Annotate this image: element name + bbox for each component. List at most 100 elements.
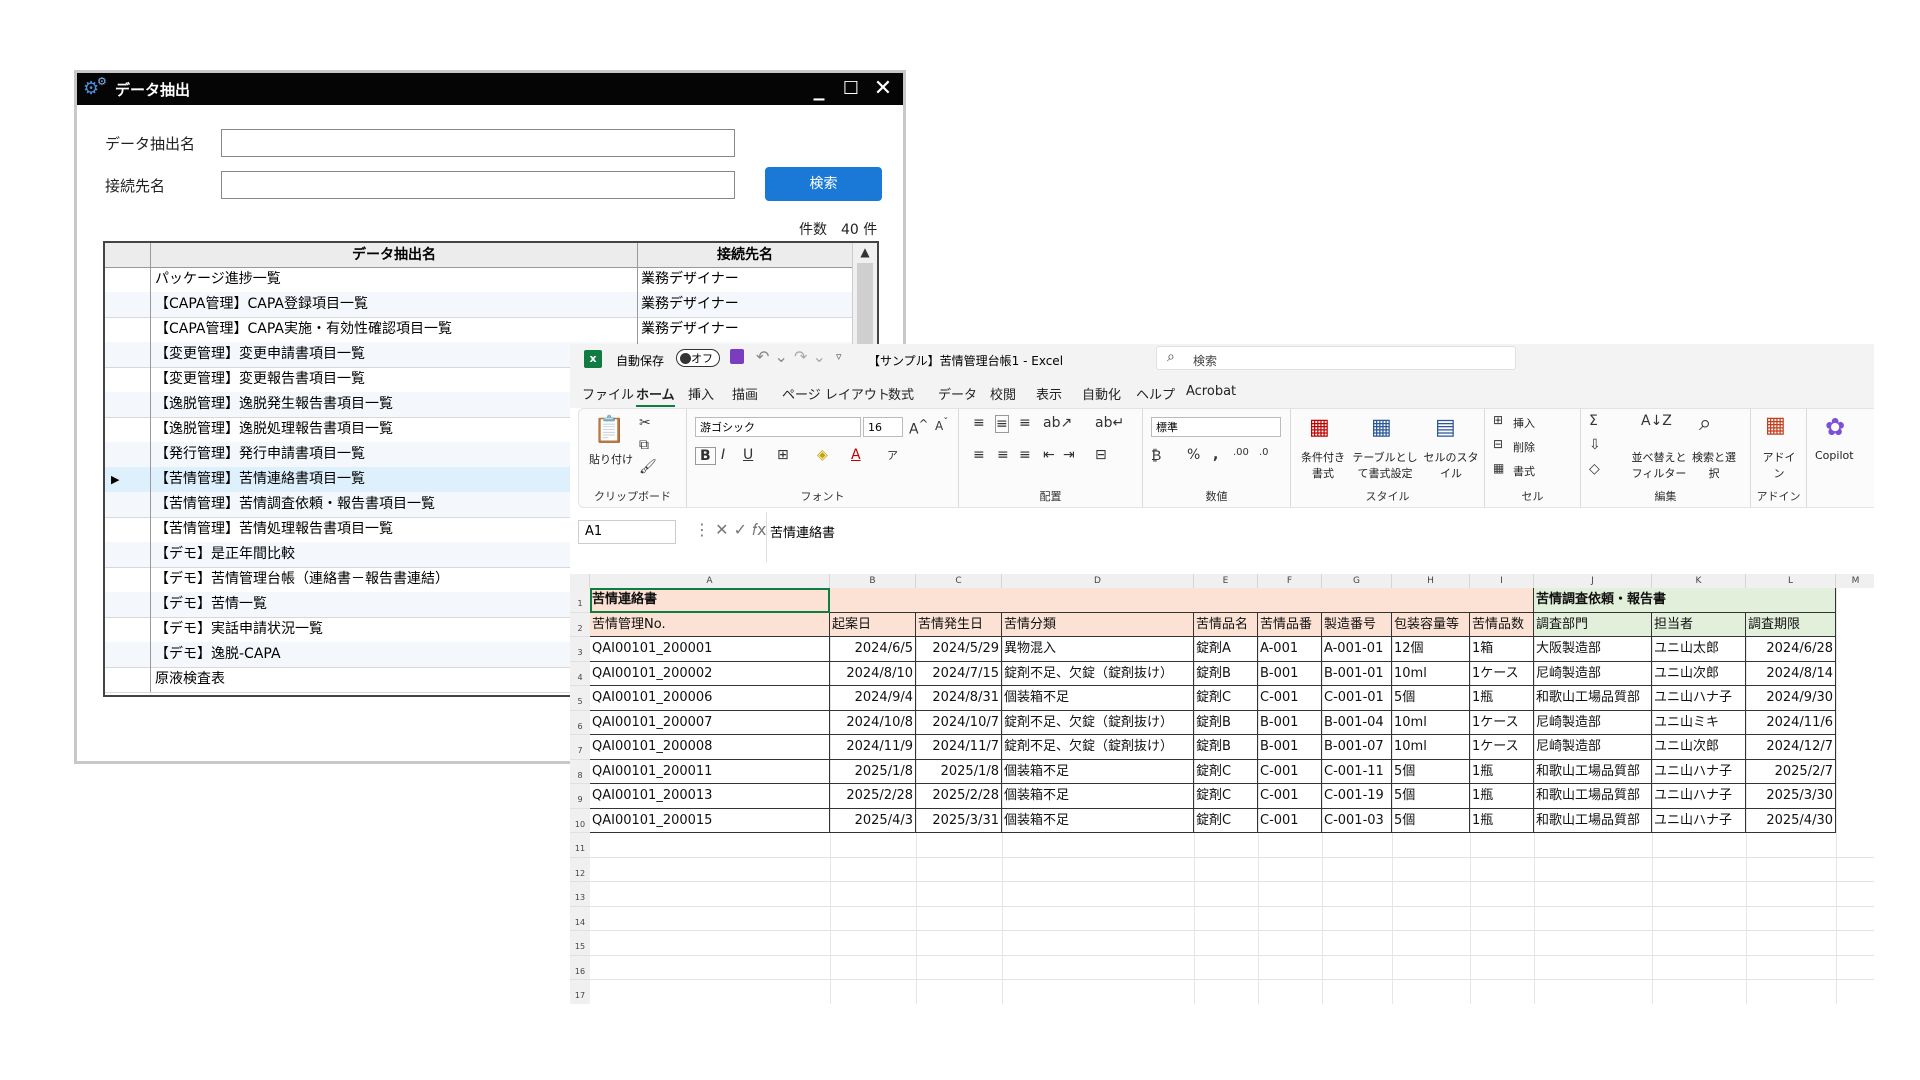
underline-icon[interactable]: U [743, 447, 753, 463]
save-icon[interactable] [730, 349, 744, 364]
phonetic-icon[interactable]: ア [887, 447, 898, 463]
data-cell[interactable]: 個装箱不足 [1002, 759, 1194, 784]
paste-label[interactable]: 貼り付け [589, 451, 633, 467]
data-cell[interactable]: C-001-11 [1322, 759, 1392, 784]
border-icon[interactable]: ⊞ [777, 447, 789, 463]
data-cell[interactable]: 2024/8/10 [830, 661, 916, 686]
cell-B1-I1[interactable] [830, 588, 1534, 613]
data-cell[interactable]: 10ml [1392, 661, 1470, 686]
tab-8[interactable]: 表示 [1036, 384, 1062, 403]
find-select-label[interactable]: 検索と選択 [1691, 449, 1737, 481]
data-cell[interactable]: QAI00101_200001 [590, 637, 830, 662]
row-selector[interactable] [105, 667, 151, 692]
column-header[interactable]: F [1258, 574, 1322, 588]
copilot-icon[interactable]: ✿ [1825, 413, 1845, 441]
data-cell[interactable]: QAI00101_200011 [590, 759, 830, 784]
data-cell[interactable]: 1ケース [1470, 735, 1534, 760]
maximize-button[interactable]: ☐ [837, 75, 865, 103]
row-header[interactable]: 5 [570, 686, 590, 711]
data-cell[interactable]: ユニ山ハナ子 [1652, 686, 1746, 711]
grid-row[interactable]: 【CAPA管理】CAPA登録項目一覧 業務デザイナー [105, 292, 853, 318]
cell-A1[interactable]: 苦情連絡書 [590, 588, 830, 613]
row-header[interactable]: 10 [570, 808, 590, 833]
row-header[interactable]: 4 [570, 661, 590, 686]
data-cell[interactable]: 1瓶 [1470, 808, 1534, 833]
data-cell[interactable]: 錠剤C [1194, 784, 1258, 809]
column-header[interactable]: C [916, 574, 1002, 588]
name-box[interactable]: A1 [578, 520, 676, 544]
data-cell[interactable]: C-001 [1258, 808, 1322, 833]
data-cell[interactable]: ユニ山太郎 [1652, 637, 1746, 662]
tab-7[interactable]: 校閲 [990, 384, 1016, 403]
align-left-icon[interactable]: ≡ [973, 447, 985, 463]
conditional-format-icon[interactable]: ▦ [1309, 415, 1330, 440]
data-cell[interactable]: B-001 [1258, 710, 1322, 735]
data-cell[interactable]: 2024/6/28 [1746, 637, 1836, 662]
row-selector[interactable] [105, 317, 151, 342]
data-cell[interactable]: 1ケース [1470, 710, 1534, 735]
row-selector[interactable] [105, 492, 151, 517]
copilot-label[interactable]: Copilot [1815, 449, 1854, 462]
row-selector[interactable] [105, 292, 151, 317]
data-cell[interactable]: 錠剤B [1194, 735, 1258, 760]
data-cell[interactable]: 5個 [1392, 686, 1470, 711]
format-painter-icon[interactable]: 🖌 [639, 459, 657, 475]
data-cell[interactable]: 5個 [1392, 784, 1470, 809]
decrease-decimal-icon[interactable]: .0 [1259, 447, 1269, 458]
conditional-format-label[interactable]: 条件付き書式 [1297, 449, 1349, 481]
redo-icon[interactable]: ↷ ⌄ [794, 347, 826, 366]
header-cell[interactable]: 苦情品数 [1470, 612, 1534, 637]
data-cell[interactable]: 錠剤B [1194, 661, 1258, 686]
increase-decimal-icon[interactable]: .00 [1233, 447, 1249, 458]
data-cell[interactable]: 12個 [1392, 637, 1470, 662]
data-cell[interactable]: QAI00101_200015 [590, 808, 830, 833]
row-header[interactable]: 2 [570, 612, 590, 637]
data-cell[interactable]: 1瓶 [1470, 784, 1534, 809]
column-header[interactable]: I [1470, 574, 1534, 588]
data-cell[interactable]: 2024/8/31 [916, 686, 1002, 711]
data-cell[interactable]: 10ml [1392, 710, 1470, 735]
extraction-name-input[interactable] [221, 129, 735, 157]
header-cell[interactable]: 苦情品番 [1258, 612, 1322, 637]
row-selector[interactable] [105, 517, 151, 542]
data-cell[interactable]: 和歌山工場品質部 [1534, 686, 1652, 711]
header-cell[interactable]: 担当者 [1652, 612, 1746, 637]
data-cell[interactable]: 尼崎製造部 [1534, 710, 1652, 735]
close-button[interactable]: ✕ [869, 75, 897, 103]
minimize-button[interactable]: _ [805, 75, 833, 103]
tab-10[interactable]: ヘルプ [1136, 384, 1175, 403]
row-selector[interactable] [105, 417, 151, 442]
tab-4[interactable]: ページ レイアウト [782, 384, 890, 403]
header-cell[interactable]: 苦情品名 [1194, 612, 1258, 637]
data-cell[interactable]: ユニ山ハナ子 [1652, 784, 1746, 809]
data-cell[interactable]: 2025/3/30 [1746, 784, 1836, 809]
column-header[interactable]: B [830, 574, 916, 588]
delete-cells-icon[interactable]: ⊟ [1493, 437, 1503, 451]
data-cell[interactable]: 2024/9/30 [1746, 686, 1836, 711]
data-cell[interactable]: C-001-01 [1322, 686, 1392, 711]
data-cell[interactable]: 2025/4/30 [1746, 808, 1836, 833]
data-cell[interactable]: 2025/2/7 [1746, 759, 1836, 784]
data-cell[interactable]: 尼崎製造部 [1534, 661, 1652, 686]
data-cell[interactable]: 2025/2/28 [830, 784, 916, 809]
data-cell[interactable]: C-001-03 [1322, 808, 1392, 833]
row-selector[interactable] [105, 592, 151, 617]
data-cell[interactable]: 個装箱不足 [1002, 686, 1194, 711]
header-cell[interactable]: 調査部門 [1534, 612, 1652, 637]
row-header[interactable]: 15 [570, 931, 590, 956]
row-selector[interactable] [105, 392, 151, 417]
row-selector[interactable] [105, 442, 151, 467]
data-cell[interactable]: 大阪製造部 [1534, 637, 1652, 662]
autosave-toggle[interactable]: オフ [676, 349, 720, 367]
header-cell[interactable]: 苦情発生日 [916, 612, 1002, 637]
row-header[interactable]: 9 [570, 784, 590, 809]
data-cell[interactable]: 個装箱不足 [1002, 784, 1194, 809]
column-header[interactable]: E [1194, 574, 1258, 588]
grid-header-name[interactable]: データ抽出名 [151, 243, 638, 267]
tab-3[interactable]: 描画 [732, 384, 758, 403]
grid-header-connection[interactable]: 接続先名 [638, 243, 853, 267]
cell-J1[interactable]: 苦情調査依頼・報告書 [1534, 588, 1836, 613]
find-icon[interactable]: ⌕ [1699, 411, 1711, 436]
header-cell[interactable]: 製造番号 [1322, 612, 1392, 637]
fill-icon[interactable]: ⇩ [1589, 437, 1601, 453]
